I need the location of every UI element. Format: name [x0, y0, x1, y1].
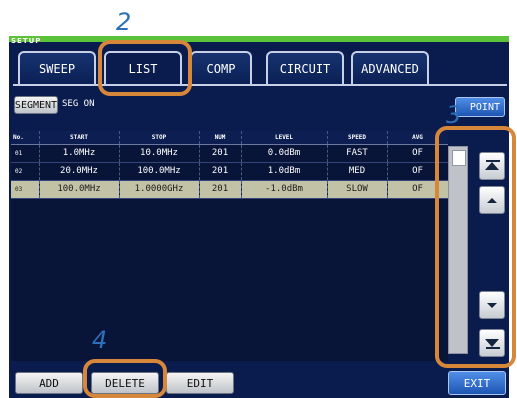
table-row-selected[interactable]: 03 100.0MHz 1.0000GHz 201 -1.0dBm SLOW O… [11, 180, 448, 199]
cell-speed: SLOW [327, 180, 388, 199]
segment-button[interactable]: SEGMENT [14, 96, 58, 114]
cell-start: 20.0MHz [39, 162, 120, 181]
cell-num: 201 [199, 162, 242, 181]
cell-num: 201 [199, 144, 242, 163]
column-header-no: No. [11, 131, 40, 145]
callout-box-delete-button [83, 359, 167, 398]
callout-box-list-tab [98, 40, 192, 96]
callout-number-4: 4 [92, 326, 108, 354]
tab-sweep[interactable]: SWEEP [18, 51, 96, 84]
cell-level: 0.0dBm [241, 144, 328, 163]
cell-stop: 10.0MHz [119, 144, 200, 163]
column-header-num: NUM [199, 131, 242, 145]
cell-level: 1.0dBm [241, 162, 328, 181]
segment-table: No. START STOP NUM LEVEL SPEED AVG 01 1.… [11, 131, 448, 361]
column-header-level: LEVEL [241, 131, 328, 145]
cell-start: 100.0MHz [39, 180, 120, 199]
callout-number-2: 2 [116, 8, 132, 36]
exit-button[interactable]: EXIT [448, 371, 506, 395]
cell-start: 1.0MHz [39, 144, 120, 163]
cell-stop: 100.0MHz [119, 162, 200, 181]
table-row[interactable]: 02 20.0MHz 100.0MHz 201 1.0dBm MED OF [11, 162, 448, 181]
edit-button[interactable]: EDIT [166, 372, 234, 394]
tab-advanced[interactable]: ADVANCED [351, 51, 429, 84]
cell-no: 02 [11, 162, 40, 181]
table-header-row: No. START STOP NUM LEVEL SPEED AVG [11, 131, 448, 145]
add-button[interactable]: ADD [15, 372, 83, 394]
tab-divider [13, 84, 507, 86]
point-button[interactable]: POINT [455, 97, 505, 117]
tab-circuit[interactable]: CIRCUIT [266, 51, 344, 84]
cell-no: 01 [11, 144, 40, 163]
callout-number-3: 3 [446, 101, 462, 129]
cell-level: -1.0dBm [241, 180, 328, 199]
cell-stop: 1.0000GHz [119, 180, 200, 199]
cell-speed: FAST [327, 144, 388, 163]
tab-comp[interactable]: COMP [190, 51, 252, 84]
cell-speed: MED [327, 162, 388, 181]
setup-label: SETUP [11, 37, 42, 45]
cell-num: 201 [199, 180, 242, 199]
column-header-start: START [39, 131, 120, 145]
cell-no: 03 [11, 180, 40, 199]
seg-status: SEG ON [62, 99, 95, 109]
table-row[interactable]: 01 1.0MHz 10.0MHz 201 0.0dBm FAST OF [11, 144, 448, 163]
column-header-stop: STOP [119, 131, 200, 145]
callout-box-scroll-controls [435, 126, 516, 368]
column-header-speed: SPEED [327, 131, 388, 145]
